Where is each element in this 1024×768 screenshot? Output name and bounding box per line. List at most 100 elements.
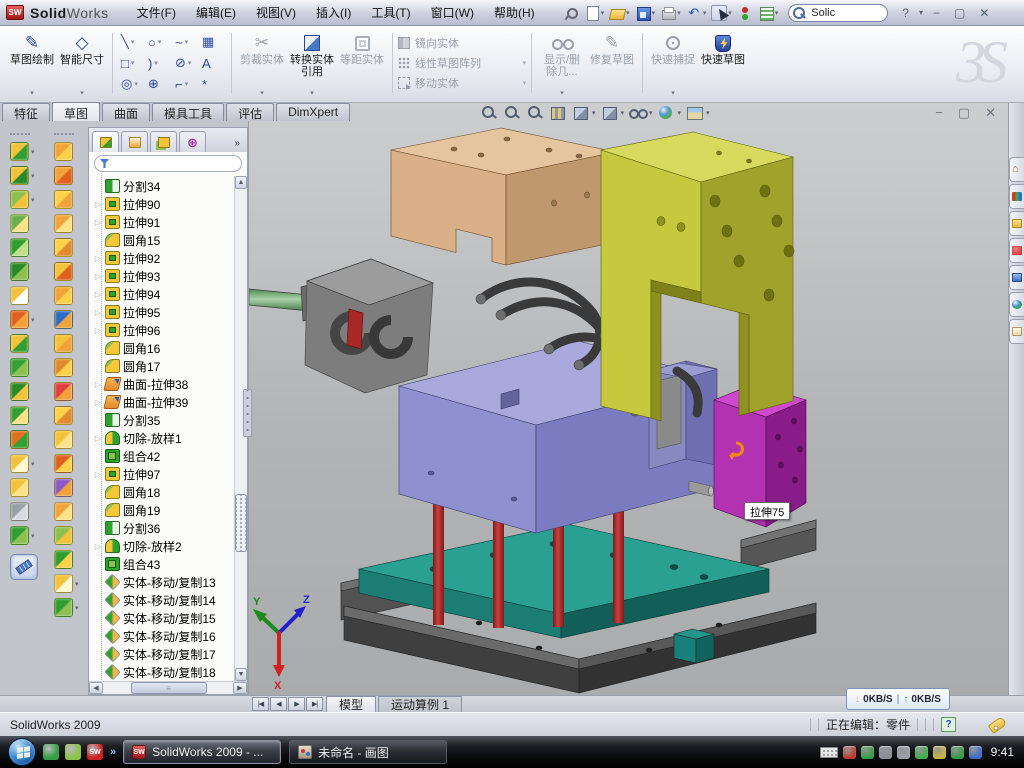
- tree-horizontal-scrollbar[interactable]: ◀ ≡ ▶: [89, 681, 247, 694]
- offset-surface-button[interactable]: [54, 310, 73, 329]
- revolved-surface-button[interactable]: [54, 166, 73, 185]
- tab-DimXpert[interactable]: DimXpert: [276, 103, 350, 121]
- expand-arrow-icon[interactable]: ▷: [94, 380, 102, 389]
- solidworks-quick-icon[interactable]: SW: [87, 744, 103, 760]
- expand-arrow-icon[interactable]: ▷: [94, 200, 102, 209]
- model-top-clamp-plate[interactable]: [391, 128, 616, 265]
- tree-item[interactable]: 组合42: [89, 447, 247, 465]
- doc-tab-active[interactable]: 模型: [326, 696, 376, 712]
- thickened-cut-button[interactable]: [54, 550, 73, 569]
- feature-manager-tab[interactable]: [92, 131, 119, 152]
- move-entities-button[interactable]: 移动实体 ▾: [398, 75, 526, 91]
- hole-wizard-button[interactable]: [10, 286, 29, 305]
- display-delete-relations-button[interactable]: 显示/删除几... ▾: [537, 28, 587, 98]
- configuration-manager-tab[interactable]: [150, 131, 177, 152]
- custom-properties-tab[interactable]: [1009, 319, 1024, 344]
- network-speed-widget[interactable]: ↓ 0KB/S | ↑ 0KB/S: [846, 688, 950, 710]
- antivirus-icon[interactable]: [843, 746, 856, 759]
- pin-button[interactable]: [561, 4, 581, 22]
- panel-splitter-handle[interactable]: [243, 389, 252, 437]
- taskbar-button[interactable]: SWSolidWorks 2009 - ...: [123, 740, 281, 764]
- dropdown-icon[interactable]: ▾: [31, 148, 35, 156]
- graphics-viewport[interactable]: Y Z X ▾▾▾▾▾ − ▢ ✕ 拉伸75: [248, 103, 1008, 695]
- draft-button[interactable]: [10, 358, 29, 377]
- tab-草图[interactable]: 草图: [52, 102, 100, 121]
- expand-arrow-icon[interactable]: ▷: [94, 272, 102, 281]
- ruled-surface-button[interactable]: [54, 358, 73, 377]
- dropdown-icon[interactable]: ▾: [592, 109, 596, 117]
- tree-item[interactable]: ▷曲面-拉伸38: [89, 375, 247, 393]
- tree-item[interactable]: ▷拉伸90: [89, 195, 247, 213]
- horizontal-scroll-thumb[interactable]: ≡: [131, 682, 207, 694]
- property-manager-tab[interactable]: [121, 131, 148, 152]
- tree-item[interactable]: 实体-移动/复制17: [89, 645, 247, 663]
- resources-home-tab[interactable]: ⌂: [1009, 157, 1024, 182]
- dropdown-icon[interactable]: ▾: [652, 9, 656, 17]
- volume-icon[interactable]: [897, 746, 910, 759]
- mirror-entities-button[interactable]: 镜向实体: [398, 35, 526, 51]
- tree-item[interactable]: 圆角18: [89, 483, 247, 501]
- dropdown-icon[interactable]: ▾: [601, 9, 605, 17]
- trim-surface-button[interactable]: [54, 478, 73, 497]
- tag-icon[interactable]: [988, 716, 1008, 734]
- dropdown-icon[interactable]: ▾: [626, 9, 630, 17]
- scroll-down-button[interactable]: ▼: [235, 668, 247, 681]
- swept-boss-button[interactable]: [10, 214, 29, 233]
- dropdown-icon[interactable]: ▾: [31, 460, 35, 468]
- rebuild-button[interactable]: [735, 4, 755, 22]
- section-view-icon[interactable]: [548, 104, 567, 121]
- help-dropdown-icon[interactable]: ▾: [917, 8, 925, 17]
- rectangle-button[interactable]: □▾: [118, 53, 145, 74]
- messenger-quick-icon[interactable]: [43, 744, 59, 760]
- messenger-tray-icon[interactable]: [969, 746, 982, 759]
- quick-snaps-button[interactable]: 快速捕捉 ▾: [648, 28, 698, 98]
- dropdown-icon[interactable]: ▾: [131, 59, 135, 67]
- sheet-nav-button[interactable]: |◀: [252, 697, 269, 711]
- surface-spline-button[interactable]: ▾: [54, 598, 79, 617]
- lofted-surface-button[interactable]: [54, 214, 73, 233]
- tree-item[interactable]: 实体-移动/复制16: [89, 627, 247, 645]
- sheet-nav-button[interactable]: ▶: [288, 697, 305, 711]
- tree-item[interactable]: ▷拉伸94: [89, 285, 247, 303]
- tree-item[interactable]: 实体-移动/复制18: [89, 663, 247, 681]
- line-button[interactable]: ╲▾: [118, 32, 145, 53]
- menu-item[interactable]: 文件(F): [127, 1, 186, 24]
- tree-item[interactable]: ▷拉伸92: [89, 249, 247, 267]
- tab-模具工具[interactable]: 模具工具: [152, 103, 224, 121]
- expand-arrow-icon[interactable]: ▷: [94, 434, 102, 443]
- sheet-nav-button[interactable]: ◀: [270, 697, 287, 711]
- file-explorer-tab[interactable]: [1009, 211, 1024, 236]
- tree-item[interactable]: 圆角17: [89, 357, 247, 375]
- expand-arrow-icon[interactable]: ▷: [94, 470, 102, 479]
- tree-item[interactable]: 分割35: [89, 411, 247, 429]
- filled-surface-button[interactable]: [54, 262, 73, 281]
- tree-item[interactable]: 圆角16: [89, 339, 247, 357]
- expand-arrow-icon[interactable]: ▷: [94, 254, 102, 263]
- dropdown-icon[interactable]: ▾: [649, 109, 653, 117]
- convert-entities-button[interactable]: 转换实体引用 ▾: [287, 28, 337, 98]
- model-cavity-block[interactable]: [399, 341, 717, 533]
- offset-entities-button[interactable]: 等距实体: [337, 28, 387, 98]
- panel-overflow-chevron[interactable]: »: [234, 138, 244, 152]
- reference-geometry-button[interactable]: ▾: [10, 454, 35, 473]
- dropdown-icon[interactable]: ▾: [75, 604, 79, 612]
- menu-item[interactable]: 帮助(H): [484, 1, 545, 24]
- fillet-button[interactable]: ▾: [10, 190, 35, 209]
- doc-minimize-button[interactable]: −: [935, 105, 943, 121]
- menu-item[interactable]: 窗口(W): [421, 1, 484, 24]
- tree-item[interactable]: ▷拉伸95: [89, 303, 247, 321]
- dropdown-icon[interactable]: ▾: [775, 9, 779, 17]
- dropdown-icon[interactable]: ▾: [31, 196, 35, 204]
- quick-tips-icon[interactable]: ?: [941, 717, 956, 732]
- menu-item[interactable]: 插入(I): [306, 1, 361, 24]
- view-palette-tab[interactable]: [1009, 265, 1024, 290]
- tab-评估[interactable]: 评估: [226, 103, 274, 121]
- thicken-button[interactable]: [54, 526, 73, 545]
- toolbar-grip[interactable]: [54, 133, 74, 135]
- dropdown-icon[interactable]: ▾: [31, 316, 35, 324]
- tree-item[interactable]: 组合43: [89, 555, 247, 573]
- help-button[interactable]: ?: [896, 6, 915, 20]
- shell-button[interactable]: [10, 382, 29, 401]
- circle-button[interactable]: ○▾: [145, 32, 172, 53]
- doc-restore-button[interactable]: ▢: [958, 105, 970, 121]
